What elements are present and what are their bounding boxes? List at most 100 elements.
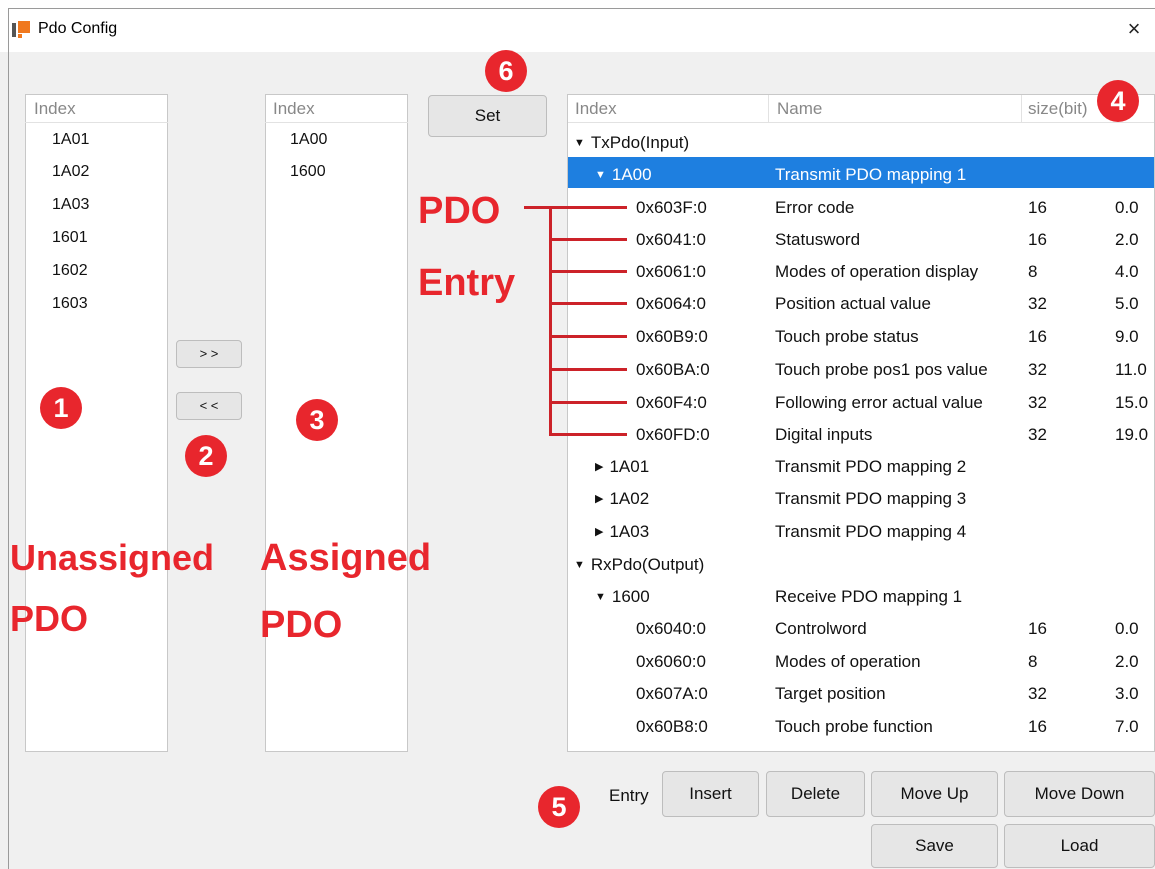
tree-entry-size: 32 xyxy=(1028,360,1047,379)
tree-entry-name: Statusword xyxy=(775,230,861,249)
tree-entry-size: 8 xyxy=(1028,262,1038,281)
tree-entry-offset: 5.0 xyxy=(1115,294,1139,313)
entry-label: Entry xyxy=(609,786,649,805)
annotation-entry: Entry xyxy=(418,262,516,304)
tree-entry-offset: 0.0 xyxy=(1115,619,1139,638)
assigned-list-header: Index xyxy=(273,99,315,118)
list-item[interactable]: 1A02 xyxy=(52,163,89,181)
tree-row-txpdo[interactable]: ▼ TxPdo(Input) xyxy=(574,133,689,153)
tree-entry-name: Error code xyxy=(775,198,855,217)
list-item[interactable]: 1600 xyxy=(290,163,326,181)
tree-entry-index[interactable]: 0x6064:0 xyxy=(636,294,706,314)
annotation-pdo: PDO xyxy=(418,190,501,232)
tree-entry-index[interactable]: 0x60B8:0 xyxy=(636,717,708,737)
expand-toggle-icon[interactable]: ▼ xyxy=(574,559,585,571)
delete-button[interactable]: Delete xyxy=(766,771,865,817)
tree-entry-size: 32 xyxy=(1028,294,1047,313)
expand-toggle-icon[interactable]: ▶ xyxy=(595,461,603,473)
tree-entry-name: Digital inputs xyxy=(775,425,873,444)
annotation-connector xyxy=(549,335,627,338)
annotation-connector xyxy=(524,206,552,209)
tree-entry-offset: 15.0 xyxy=(1115,393,1149,412)
tree-row-name: Transmit PDO mapping 2 xyxy=(775,457,967,476)
tree-entry-size: 8 xyxy=(1028,652,1038,671)
tree-entry-size: 16 xyxy=(1028,717,1047,736)
tree-header-name[interactable]: Name xyxy=(777,99,822,119)
tree-row-name: Receive PDO mapping 1 xyxy=(775,587,963,606)
tree-entry-offset: 3.0 xyxy=(1115,684,1139,703)
tree-entry-offset: 2.0 xyxy=(1115,230,1139,249)
tree-entry-index[interactable]: 0x607A:0 xyxy=(636,684,708,704)
assign-button[interactable]: > > xyxy=(176,340,242,368)
tree-header-index[interactable]: Index xyxy=(575,99,617,119)
move-up-button[interactable]: Move Up xyxy=(871,771,998,817)
tree-entry-name: Following error actual value xyxy=(775,393,983,412)
expand-toggle-icon[interactable]: ▼ xyxy=(595,169,606,181)
list-item[interactable]: 1A00 xyxy=(290,131,327,149)
tree-entry-offset: 2.0 xyxy=(1115,652,1139,671)
list-item[interactable]: 1A01 xyxy=(52,131,89,149)
tree-row-name: Transmit PDO mapping 3 xyxy=(775,489,967,508)
tree-entry-offset: 4.0 xyxy=(1115,262,1139,281)
annotation-badge-6: 6 xyxy=(485,50,527,92)
tree-row-name: Transmit PDO mapping 4 xyxy=(775,522,967,541)
tree-entry-index[interactable]: 0x60B9:0 xyxy=(636,327,708,347)
tree-header-size[interactable]: size(bit) xyxy=(1028,99,1088,119)
list-item[interactable]: 1603 xyxy=(52,295,88,313)
annotation-assigned-pdo: PDO xyxy=(260,604,343,646)
unassigned-list-header: Index xyxy=(34,99,76,118)
tree-row-1a00-index[interactable]: ▼ 1A00 xyxy=(595,165,652,185)
tree-entry-size: 16 xyxy=(1028,198,1047,217)
expand-toggle-icon[interactable]: ▶ xyxy=(595,526,603,538)
title-bar xyxy=(0,0,1155,52)
tree-entry-index[interactable]: 0x6041:0 xyxy=(636,230,706,250)
tree-entry-offset: 11.0 xyxy=(1115,360,1147,379)
tree-row-rxpdo[interactable]: ▼ RxPdo(Output) xyxy=(574,555,704,575)
tree-entry-index[interactable]: 0x6040:0 xyxy=(636,619,706,639)
load-button[interactable]: Load xyxy=(1004,824,1155,868)
app-icon xyxy=(12,21,30,38)
set-button[interactable]: Set xyxy=(428,95,547,137)
annotation-badge-4: 4 xyxy=(1097,80,1139,122)
tree-entry-name: Touch probe function xyxy=(775,717,933,736)
tree-entry-name: Modes of operation xyxy=(775,652,921,671)
tree-entry-index[interactable]: 0x60F4:0 xyxy=(636,393,707,413)
tree-row-1a03[interactable]: ▶ 1A03 xyxy=(595,522,649,542)
tree-entry-name: Controlword xyxy=(775,619,867,638)
list-item[interactable]: 1602 xyxy=(52,262,88,280)
tree-entry-name: Modes of operation display xyxy=(775,262,979,281)
list-item[interactable]: 1A03 xyxy=(52,196,89,214)
annotation-connector xyxy=(549,401,627,404)
tree-entry-offset: 7.0 xyxy=(1115,717,1139,736)
annotation-unassigned-pdo: PDO xyxy=(10,598,89,639)
annotation-connector xyxy=(549,433,627,436)
move-down-button[interactable]: Move Down xyxy=(1004,771,1155,817)
tree-entry-name: Touch probe pos1 pos value xyxy=(775,360,988,379)
tree-entry-index[interactable]: 0x6061:0 xyxy=(636,262,706,282)
annotation-badge-1: 1 xyxy=(40,387,82,429)
tree-row-1a02[interactable]: ▶ 1A02 xyxy=(595,489,649,509)
save-button[interactable]: Save xyxy=(871,824,998,868)
list-item[interactable]: 1601 xyxy=(52,229,88,247)
tree-entry-index[interactable]: 0x60BA:0 xyxy=(636,360,710,380)
annotation-connector xyxy=(549,206,627,209)
tree-entry-index[interactable]: 0x60FD:0 xyxy=(636,425,710,445)
tree-entry-size: 32 xyxy=(1028,393,1047,412)
tree-entry-offset: 0.0 xyxy=(1115,198,1139,217)
close-icon[interactable]: × xyxy=(1120,14,1148,44)
tree-entry-size: 16 xyxy=(1028,230,1047,249)
expand-toggle-icon[interactable]: ▼ xyxy=(595,591,606,603)
tree-entry-offset: 19.0 xyxy=(1115,425,1149,444)
tree-row-1a01[interactable]: ▶ 1A01 xyxy=(595,457,649,477)
tree-row-1600[interactable]: ▼ 1600 xyxy=(595,587,650,607)
tree-entry-index[interactable]: 0x6060:0 xyxy=(636,652,706,672)
tree-entry-size: 32 xyxy=(1028,425,1047,444)
expand-toggle-icon[interactable]: ▶ xyxy=(595,493,603,505)
annotation-connector xyxy=(549,302,627,305)
annotation-connector xyxy=(549,238,627,241)
unassign-button[interactable]: < < xyxy=(176,392,242,420)
expand-toggle-icon[interactable]: ▼ xyxy=(574,137,585,149)
tree-entry-index[interactable]: 0x603F:0 xyxy=(636,198,707,218)
annotation-badge-3: 3 xyxy=(296,399,338,441)
insert-button[interactable]: Insert xyxy=(662,771,759,817)
